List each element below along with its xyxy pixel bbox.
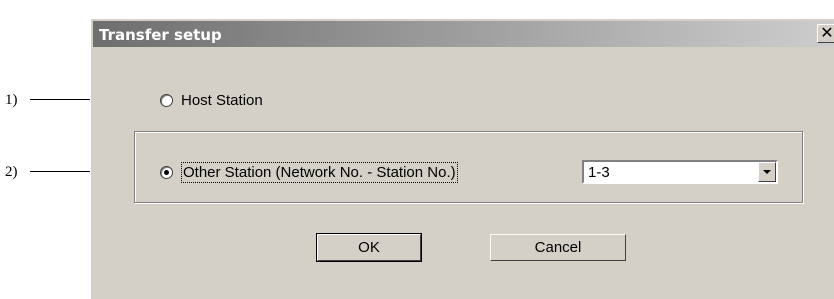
other-station-radio[interactable]	[160, 166, 173, 179]
close-button[interactable]: ✕	[817, 24, 834, 43]
callout-label-1: 1)	[5, 92, 18, 108]
title-bar[interactable]: Transfer setup ✕	[93, 21, 834, 47]
ok-button[interactable]: OK	[316, 233, 422, 262]
other-station-label[interactable]: Other Station (Network No. - Station No.…	[181, 162, 458, 183]
close-icon: ✕	[820, 23, 834, 42]
transfer-setup-dialog: Transfer setup ✕ Host Station Other Stat…	[90, 18, 834, 299]
callout-label-2: 2)	[5, 164, 18, 180]
cancel-button[interactable]: Cancel	[490, 234, 626, 261]
station-select-value: 1-3	[588, 164, 610, 181]
radio-selected-dot	[164, 170, 169, 175]
chevron-down-icon	[763, 170, 771, 174]
station-select-dropdown-button[interactable]	[758, 162, 776, 182]
dialog-title: Transfer setup	[99, 26, 222, 44]
station-select[interactable]: 1-3	[582, 160, 778, 184]
host-station-label[interactable]: Host Station	[181, 92, 263, 109]
host-station-radio[interactable]	[160, 94, 173, 107]
